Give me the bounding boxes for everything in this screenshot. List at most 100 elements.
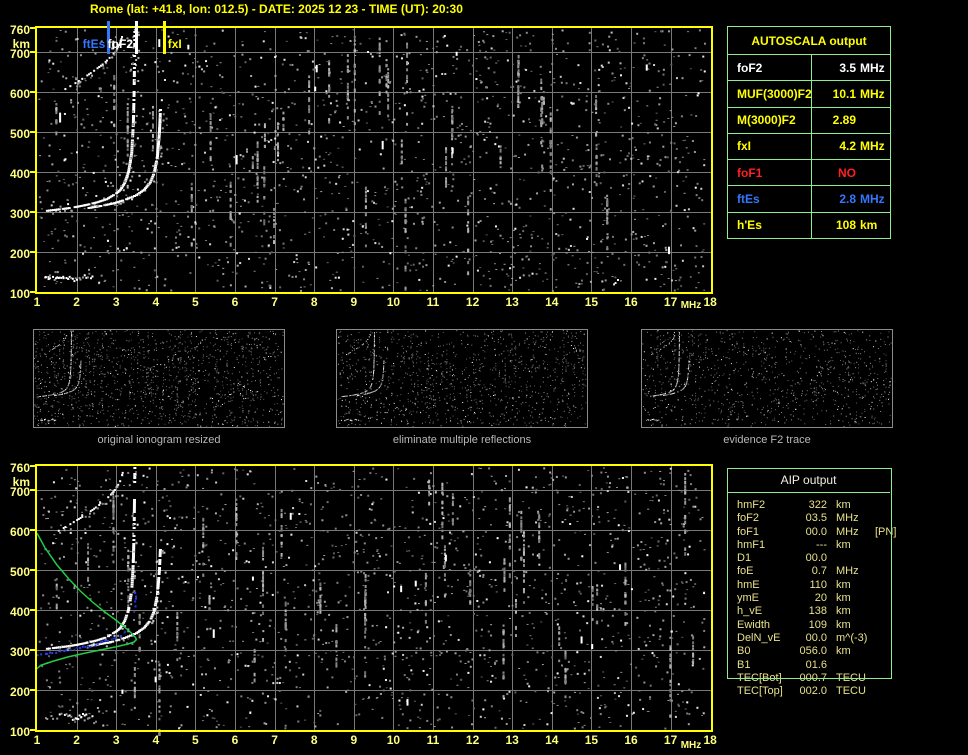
aip-row-flag (871, 565, 892, 578)
autoscala-row-number: 10.1 (832, 86, 856, 101)
aip-row-value: 109 (808, 618, 827, 631)
aip-row: hmE 110 km (727, 579, 892, 592)
aip-row: Ewidth 109 km (727, 619, 892, 632)
aip-row-value: 03.5 (805, 512, 827, 525)
autoscala-row-label: fxI (728, 133, 812, 160)
x-tick-label: 10 (386, 733, 401, 747)
aip-row: B1 01.6 (727, 659, 892, 672)
aip-row-label: foF1 (737, 525, 760, 538)
aip-row-label: foF2 (737, 512, 760, 525)
autoscala-row-value: 10.1 MHz (812, 81, 890, 106)
aip-row-flag (871, 539, 892, 552)
x-tick-label: 12 (465, 295, 480, 309)
aip-row: TEC[Top] 002.0 TECU (727, 685, 892, 698)
marker-label-fxI: fxI (167, 37, 182, 51)
aip-row-unit: m^(-3) (836, 631, 868, 644)
y-tick-label: 600 (9, 87, 30, 101)
y-tick-label: 200 (9, 685, 30, 699)
autoscala-row-value: 3.5 MHz (812, 55, 890, 80)
autoscala-row-value: NO (812, 160, 890, 185)
aip-row: h_vE 138 km (727, 605, 892, 618)
autoscala-row-value: 108 km (812, 213, 890, 238)
x-tick-label: 13 (505, 295, 519, 309)
aip-row-flag (871, 552, 892, 565)
aip-row-value: 0.7 (811, 565, 827, 578)
aip-row-flag (871, 499, 892, 512)
aip-row-flag (871, 512, 892, 525)
x-tick-label: 8 (310, 733, 318, 747)
aip-row-flag (871, 672, 892, 685)
aip-row-flag (871, 659, 892, 672)
aip-row-label: hmF1 (737, 538, 766, 551)
aip-row-value: 00.0 (805, 631, 827, 644)
aip-row-value: 00.0 (805, 552, 827, 565)
x-tick-label: 10 (386, 295, 401, 309)
y-tick-label: 400 (9, 605, 30, 619)
x-tick-label: 5 (192, 295, 199, 309)
thumbnail-caption-1: original ionogram resized (97, 434, 221, 446)
autoscala-row-unit: km (860, 218, 878, 233)
autoscala-row-number: 4.2 (839, 139, 856, 154)
x-tick-label: 4 (152, 295, 160, 309)
aip-row-label: Ewidth (737, 618, 771, 631)
y-tick-label: 500 (9, 127, 30, 141)
thumbnail-original-ionogram (33, 329, 285, 428)
autoscala-row-number: NO (838, 165, 856, 180)
x-axis-unit-mhz-bottom: MHz (680, 740, 702, 751)
y-axis-unit-km-bottom: km (12, 475, 30, 489)
aip-row-flag (871, 645, 892, 658)
x-tick-label: 5 (192, 733, 199, 747)
aip-row-label: TEC[Bot] (737, 671, 782, 684)
aip-row-label: DelN_vE (737, 631, 781, 644)
aip-row-flag (871, 579, 892, 592)
autoscala-row: h'Es 108 km (728, 211, 890, 238)
x-tick-label: 16 (624, 295, 638, 309)
aip-row-flag (871, 685, 892, 698)
autoscala-row: fxI 4.2 MHz (728, 132, 890, 160)
y-tick-label: 200 (9, 247, 30, 261)
x-tick-label: 7 (271, 733, 278, 747)
y-tick-label: 400 (9, 167, 30, 181)
aip-row-value: 138 (808, 605, 827, 618)
y-tick-label: 100 (9, 287, 30, 301)
aip-row-value: 000.7 (799, 671, 827, 684)
autoscala-row-number: 3.5 (839, 60, 856, 75)
aip-row-unit: TECU (836, 671, 866, 684)
x-tick-label: 1 (33, 733, 41, 747)
thumbnail-evidence-f2-trace (641, 329, 893, 428)
aip-row-flag (871, 605, 892, 618)
aip-row: foF1 00.0 MHz [PN] (727, 525, 896, 539)
aip-row: hmF1 --- km (727, 539, 892, 552)
x-tick-label: 16 (624, 733, 638, 747)
aip-row-unit: MHz (836, 525, 859, 538)
aip-row-unit: km (836, 592, 851, 605)
aip-row-flag (871, 592, 892, 605)
autoscala-row: foF2 3.5 MHz (728, 54, 890, 81)
aip-row-label: foE (737, 565, 754, 578)
aip-row-unit: km (836, 499, 851, 511)
x-tick-label: 8 (310, 295, 318, 309)
x-tick-label: 11 (426, 295, 440, 309)
autoscala-row-number: 2.8 (839, 192, 856, 207)
autoscala-row-label: foF2 (728, 55, 812, 81)
ionogram-bottom-canvas (30, 458, 714, 736)
autoscala-row: M(3000)F2 2.89 (728, 106, 890, 133)
y-tick-label: 300 (9, 207, 30, 221)
x-tick-label: 14 (545, 733, 559, 747)
aip-row-flag: [PN] (875, 525, 897, 538)
thumbnail-caption-2: eliminate multiple reflections (392, 434, 532, 446)
x-tick-label: 15 (584, 295, 599, 309)
autoscala-row-unit: MHz (860, 192, 885, 207)
autoscala-row-value: 4.2 MHz (812, 134, 890, 159)
autoscala-row-value: 2.8 MHz (812, 186, 890, 211)
aip-row-label: B0 (737, 645, 751, 658)
aip-row-unit: MHz (836, 512, 859, 525)
aip-row-label: TEC[Top] (737, 685, 783, 698)
aip-row-label: h_vE (737, 605, 763, 618)
aip-row-label: hmE (737, 578, 760, 591)
aip-row-unit: km (836, 578, 851, 591)
y-axis-unit-km-top: km (12, 37, 30, 51)
autoscala-row: MUF(3000)F2 10.1 MHz (728, 80, 890, 107)
aip-row-label: B1 (737, 658, 751, 671)
x-tick-label: 2 (73, 733, 80, 747)
